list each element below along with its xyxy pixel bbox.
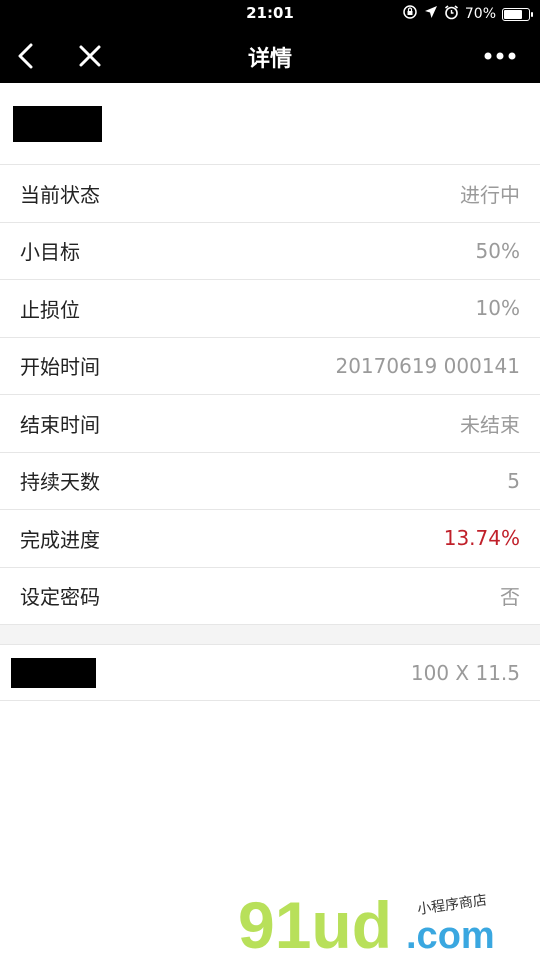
battery-percent: 70% [464, 6, 496, 22]
detail-label: 小目标 [20, 240, 80, 265]
footer-value: 100 X 11.5 [410, 660, 520, 685]
detail-row-stop-loss: 止损位 10% [0, 280, 540, 338]
detail-label: 开始时间 [20, 355, 100, 380]
battery-icon [502, 7, 533, 21]
detail-value: 进行中 [460, 182, 520, 207]
detail-label: 止损位 [20, 297, 80, 322]
watermark-domain: .com [406, 915, 495, 954]
redacted-label [11, 658, 96, 688]
detail-row-start-time: 开始时间 20170619 000141 [0, 338, 540, 395]
nav-bar: 详情 [0, 28, 540, 83]
detail-value: 5 [507, 468, 520, 493]
alarm-icon [444, 4, 459, 24]
status-bar: 21:01 70% [0, 0, 540, 28]
detail-value: 10% [475, 296, 520, 321]
detail-row-end-time: 结束时间 未结束 [0, 395, 540, 453]
detail-row-progress: 完成进度 13.74% [0, 510, 540, 568]
detail-label: 当前状态 [20, 182, 100, 207]
detail-row-duration: 持续天数 5 [0, 453, 540, 510]
watermark-brand: 91ud [238, 888, 392, 954]
detail-value: 否 [500, 585, 520, 610]
detail-label: 持续天数 [20, 470, 100, 495]
header-block [0, 83, 540, 165]
detail-label: 完成进度 [20, 527, 100, 552]
detail-value: 20170619 000141 [335, 353, 520, 378]
location-arrow-icon [424, 5, 438, 23]
section-divider [0, 625, 540, 645]
status-icons: 70% [402, 4, 533, 24]
redacted-title [13, 106, 102, 142]
detail-label: 设定密码 [20, 585, 100, 610]
detail-label: 结束时间 [20, 412, 100, 437]
rotation-lock-icon [402, 4, 418, 24]
page-title: 详情 [247, 47, 292, 72]
detail-row-target: 小目标 50% [0, 223, 540, 280]
progress-value: 13.74% [443, 526, 520, 551]
watermark: 91ud .com 小程序商店 [238, 888, 528, 960]
detail-row-password: 设定密码 否 [0, 568, 540, 625]
more-button[interactable] [480, 38, 520, 74]
more-dots-icon [484, 52, 516, 60]
detail-row-status: 当前状态 进行中 [0, 165, 540, 223]
detail-list: 当前状态 进行中 小目标 50% 止损位 10% 开始时间 20170619 0… [0, 165, 540, 701]
footer-row: 100 X 11.5 [0, 645, 540, 701]
detail-value: 未结束 [460, 412, 520, 437]
detail-value: 50% [475, 238, 520, 263]
